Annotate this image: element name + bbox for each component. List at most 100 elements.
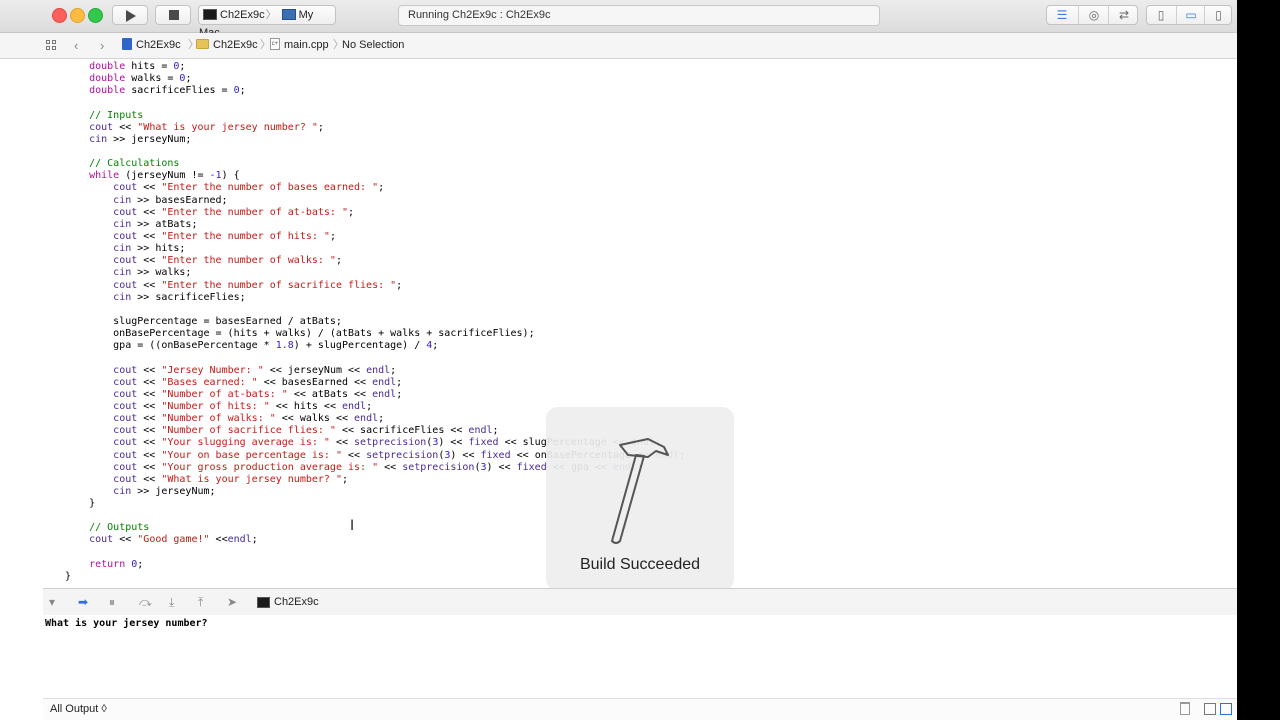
code-line: cout << "What is your jersey number? "; (65, 122, 685, 134)
code-token: cin (113, 218, 132, 230)
code-token: ; (396, 388, 403, 400)
code-token: "Your on base percentage is: " (161, 449, 342, 461)
code-line: cout << "Enter the number of at-bats: "; (65, 207, 685, 219)
jump-group[interactable]: Ch2Ex9c (196, 33, 258, 58)
step-out-icon[interactable]: ⤒ (198, 589, 203, 615)
forward-arrow-icon[interactable]: › (100, 33, 104, 58)
console-output[interactable]: What is your jersey number? (43, 615, 1237, 697)
code-line: slugPercentage = basesEarned / atBats; (65, 316, 685, 328)
code-token: ; (378, 413, 385, 425)
code-token: cout (113, 376, 138, 388)
run-button[interactable] (112, 5, 148, 25)
console-pane-icon[interactable] (1220, 703, 1232, 715)
hammer-icon (611, 438, 669, 544)
debug-process-label[interactable]: Ch2Ex9c (274, 589, 319, 615)
code-token: "What is your jersey number? " (161, 473, 342, 485)
code-token: << atBats << (287, 388, 373, 400)
step-into-icon[interactable]: ⤓ (169, 589, 174, 615)
toggle-navigator-button[interactable]: ▯ (1147, 6, 1175, 24)
arrows-icon: ⇄ (1118, 8, 1130, 22)
terminal-icon (257, 597, 270, 608)
lines-icon: ☰ (1056, 8, 1068, 22)
code-token: "Good game!" (137, 534, 210, 546)
code-token: cout (113, 388, 138, 400)
code-line: // Calculations (65, 158, 685, 170)
code-token: ; (432, 340, 439, 352)
zoom-window-button[interactable] (88, 8, 103, 23)
assistant-editor-button[interactable]: ◎ (1078, 6, 1109, 24)
code-token: >> sacrificeFlies; (131, 291, 246, 303)
scheme-selector[interactable]: Ch2Ex9c〉My Mac (198, 5, 336, 39)
code-token: << (137, 364, 162, 376)
code-token: fixed (480, 449, 511, 461)
step-over-icon[interactable]: ⤼ (139, 589, 152, 615)
code-line: cout << "Enter the number of walks: "; (65, 255, 685, 267)
code-token: << (137, 400, 162, 412)
related-items-icon[interactable] (46, 40, 57, 51)
code-token: ; (378, 182, 385, 194)
jump-file[interactable]: c+ main.cpp (270, 33, 329, 58)
hide-debug-area-icon[interactable]: ▾ (49, 589, 55, 615)
code-token: cout (113, 206, 138, 218)
standard-editor-button[interactable]: ☰ (1047, 6, 1077, 24)
pause-icon[interactable]: ⏸ (109, 589, 115, 615)
code-token: slugPercentage = basesEarned / atBats; (65, 315, 342, 327)
stop-button[interactable] (155, 5, 191, 25)
debug-bar: ▾ ➡ ⏸ ⤼ ⤓ ⤒ ➤ Ch2Ex9c (43, 588, 1237, 616)
back-arrow-icon[interactable]: ‹ (74, 33, 78, 58)
toggle-utilities-button[interactable]: ▯ (1204, 6, 1232, 24)
code-token: cout (113, 279, 138, 291)
code-token: "Enter the number of walks: " (161, 255, 336, 267)
output-filter-select[interactable]: All Output ◊ (50, 699, 107, 720)
code-line: cout << "Bases earned: " << basesEarned … (65, 377, 685, 389)
right-panel-icon: ▯ (1215, 8, 1222, 22)
close-window-button[interactable] (52, 8, 67, 23)
jump-file-label: main.cpp (284, 39, 329, 51)
code-line: cin >> walks; (65, 267, 685, 279)
code-token: ; (251, 534, 258, 546)
trash-icon[interactable] (1180, 702, 1190, 715)
jump-selection[interactable]: No Selection (342, 33, 404, 58)
code-token: cin (113, 243, 132, 255)
variables-pane-icon[interactable] (1204, 703, 1216, 715)
activity-status: Running Ch2Ex9c : Ch2Ex9c (408, 9, 551, 21)
code-token: >> hits; (131, 243, 186, 255)
code-token: << (329, 437, 355, 449)
code-token: "Number of walks: " (161, 413, 276, 425)
minimize-window-button[interactable] (70, 8, 85, 23)
code-token: while (89, 170, 120, 182)
version-editor-button[interactable]: ⇄ (1108, 6, 1139, 24)
code-token: >> walks; (131, 267, 192, 279)
code-token: ) << (438, 437, 469, 449)
code-token: "Enter the number of sacrifice flies: " (161, 279, 397, 291)
code-token: endl (372, 388, 397, 400)
code-token: cin (113, 291, 132, 303)
code-token: ) << (450, 449, 481, 461)
code-line: double sacrificeFlies = 0; (65, 85, 685, 97)
jump-project[interactable]: Ch2Ex9c (122, 33, 181, 58)
code-token: >> jerseyNum; (107, 133, 192, 145)
location-arrow-icon[interactable]: ➤ (227, 589, 237, 615)
code-token: << basesEarned << (257, 376, 373, 388)
code-token: << jerseyNum << (263, 364, 367, 376)
code-token: << (137, 279, 162, 291)
code-token: << walks << (275, 413, 355, 425)
code-line: while (jerseyNum != -1) { (65, 170, 685, 182)
code-line: cout << "Enter the number of hits: "; (65, 231, 685, 243)
code-token: cout (113, 473, 138, 485)
console-line: What is your jersey number? (45, 618, 208, 629)
toggle-debug-area-button[interactable]: ▭ (1176, 6, 1205, 24)
breakpoints-toggle-icon[interactable]: ➡ (78, 589, 88, 615)
code-token: ) + slugPercentage) / (293, 340, 427, 352)
window-toolbar: Ch2Ex9c〉My Mac Running Ch2Ex9c : Ch2Ex9c… (0, 0, 1237, 39)
code-token: } (65, 498, 96, 510)
mac-icon (281, 8, 296, 20)
code-token: << (209, 534, 228, 546)
